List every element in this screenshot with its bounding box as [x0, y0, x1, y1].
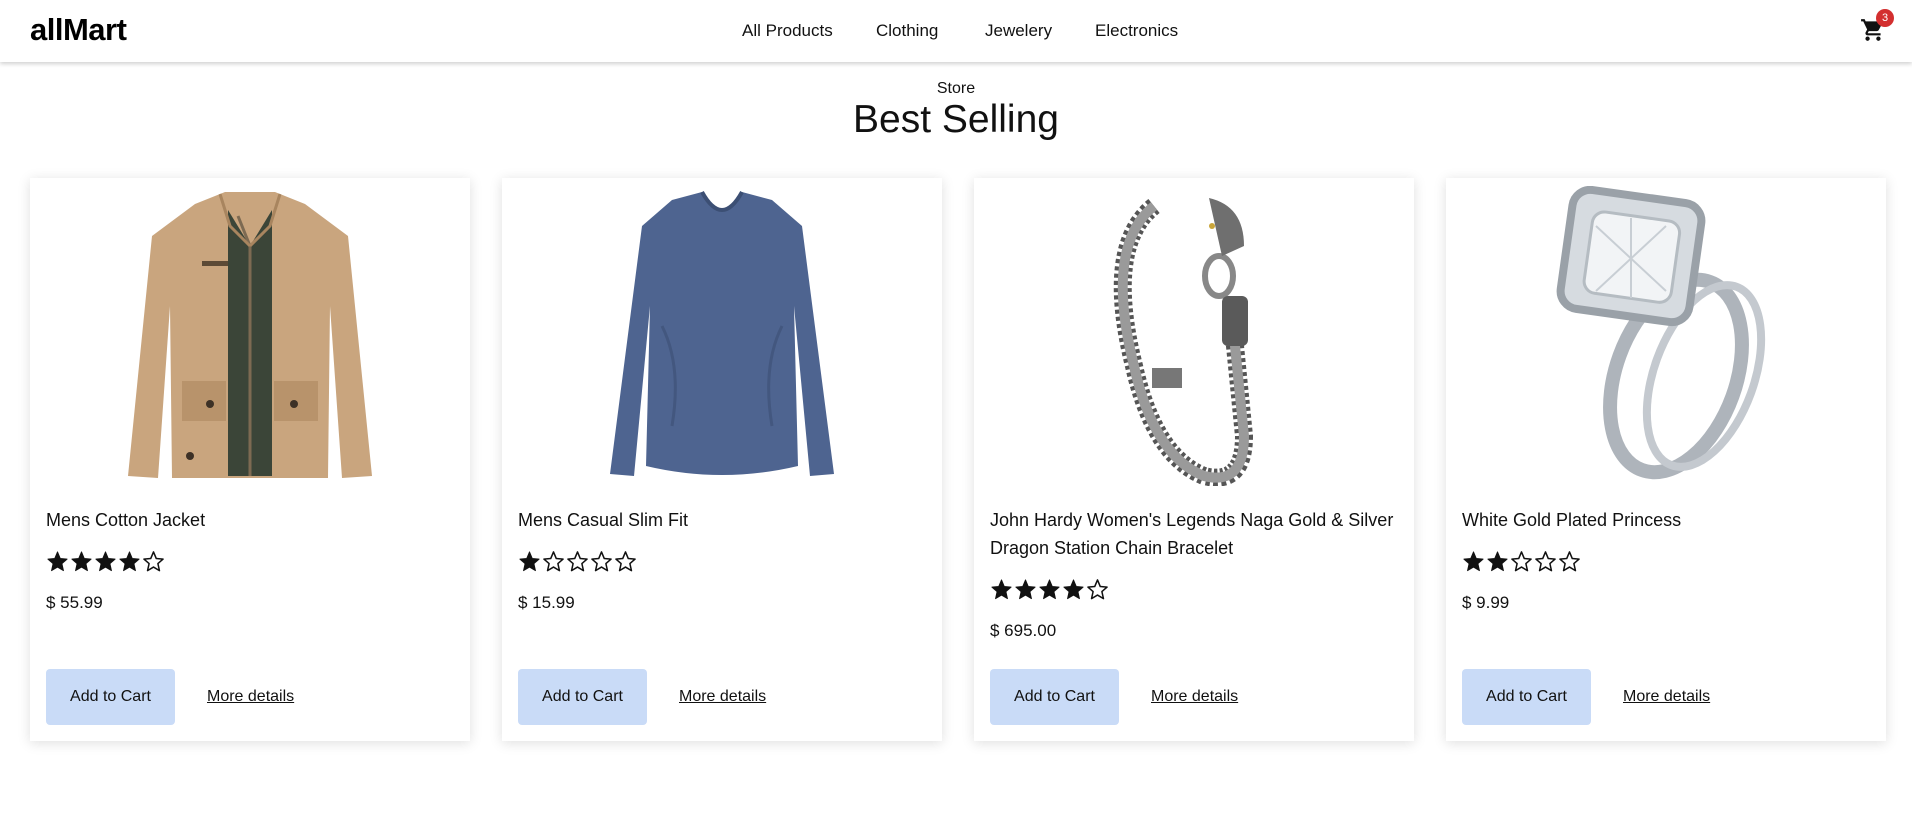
star-outline-icon [1559, 551, 1580, 572]
star-outline-icon [143, 551, 164, 572]
ring-image[interactable] [1446, 186, 1886, 486]
rating-stars [990, 578, 1109, 601]
star-outline-icon [615, 551, 636, 572]
star-outline-icon [1087, 579, 1108, 600]
product-price: $ 55.99 [46, 593, 103, 612]
star-outline-icon [591, 551, 612, 572]
star-filled-icon [1063, 579, 1084, 600]
more-details-link[interactable]: More details [207, 688, 294, 706]
product-price: $ 15.99 [518, 593, 575, 612]
nav-link-electronics[interactable]: Electronics [1095, 21, 1178, 41]
star-filled-icon [47, 551, 68, 572]
product-price: $ 9.99 [1462, 593, 1510, 612]
nav-link-all-products[interactable]: All Products [742, 21, 833, 41]
star-filled-icon [1463, 551, 1484, 572]
star-outline-icon [1511, 551, 1532, 572]
star-filled-icon [119, 551, 140, 572]
cart-count-badge: 3 [1876, 9, 1894, 27]
star-outline-icon [1535, 551, 1556, 572]
more-details-link[interactable]: More details [1623, 688, 1710, 706]
product-title[interactable]: White Gold Plated Princess [1462, 506, 1870, 534]
product-price: $ 695.00 [990, 621, 1057, 640]
star-outline-icon [543, 551, 564, 572]
product-card: Mens Casual Slim Fit $ 15.99 Add to Cart… [502, 178, 942, 741]
page-title: Best Selling [853, 98, 1059, 141]
star-filled-icon [95, 551, 116, 572]
nav-link-clothing[interactable]: Clothing [876, 21, 938, 41]
add-to-cart-button[interactable]: Add to Cart [990, 669, 1119, 725]
add-to-cart-button[interactable]: Add to Cart [46, 669, 175, 725]
more-details-link[interactable]: More details [1151, 688, 1238, 706]
star-filled-icon [71, 551, 92, 572]
product-card: John Hardy Women's Legends Naga Gold & S… [974, 178, 1414, 741]
add-to-cart-button[interactable]: Add to Cart [1462, 669, 1591, 725]
add-to-cart-button[interactable]: Add to Cart [518, 669, 647, 725]
product-title[interactable]: Mens Casual Slim Fit [518, 506, 926, 534]
jacket-image[interactable] [30, 186, 470, 486]
tshirt-image[interactable] [502, 186, 942, 486]
rating-stars [518, 550, 637, 573]
star-filled-icon [991, 579, 1012, 600]
nav-link-jewelery[interactable]: Jewelery [985, 21, 1052, 41]
product-card: White Gold Plated Princess $ 9.99 Add to… [1446, 178, 1886, 741]
product-title[interactable]: John Hardy Women's Legends Naga Gold & S… [990, 506, 1398, 562]
star-filled-icon [519, 551, 540, 572]
navbar: allMart All Products Clothing Jewelery E… [0, 0, 1912, 62]
product-title[interactable]: Mens Cotton Jacket [46, 506, 454, 534]
rating-stars [46, 550, 165, 573]
star-filled-icon [1487, 551, 1508, 572]
star-filled-icon [1015, 579, 1036, 600]
product-card: Mens Cotton Jacket $ 55.99 Add to Cart M… [30, 178, 470, 741]
more-details-link[interactable]: More details [679, 688, 766, 706]
main-nav: All Products Clothing Jewelery Electroni… [0, 21, 1912, 45]
star-filled-icon [1039, 579, 1060, 600]
section-subtitle: Store [936, 80, 976, 97]
bracelet-image[interactable] [974, 186, 1414, 486]
rating-stars [1462, 550, 1581, 573]
star-outline-icon [567, 551, 588, 572]
